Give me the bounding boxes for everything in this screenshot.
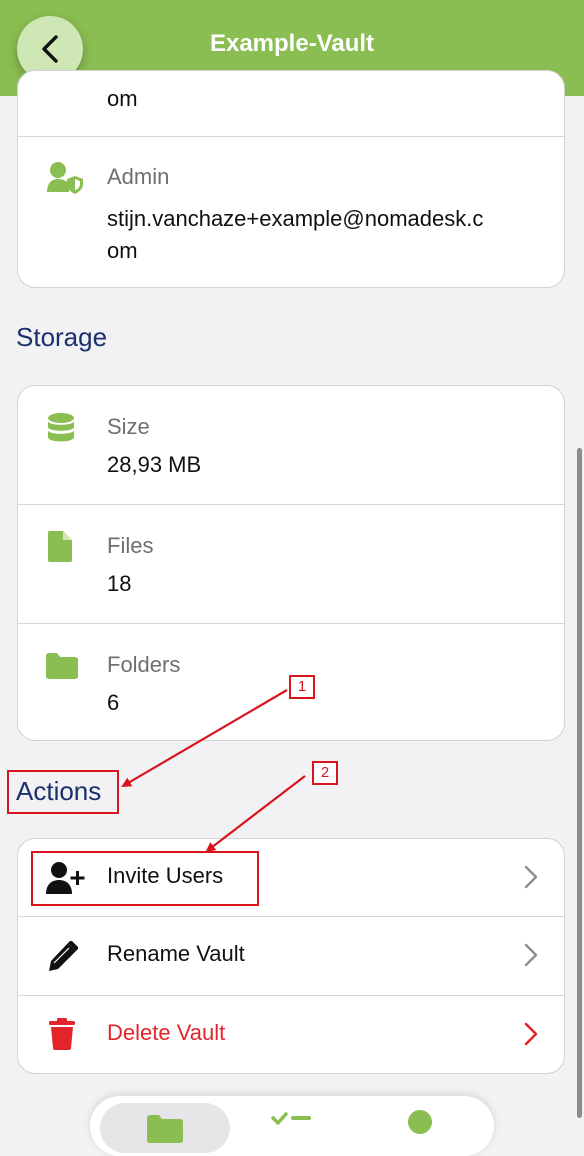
annotation-arrows: [121, 689, 306, 853]
annotation-badge-2: 2: [312, 761, 338, 785]
annotation-arrow-1: [121, 689, 288, 788]
annotation-arrow-2: [205, 775, 306, 853]
scrollbar[interactable]: [577, 448, 582, 1118]
annotation-badge-1: 1: [289, 675, 315, 699]
